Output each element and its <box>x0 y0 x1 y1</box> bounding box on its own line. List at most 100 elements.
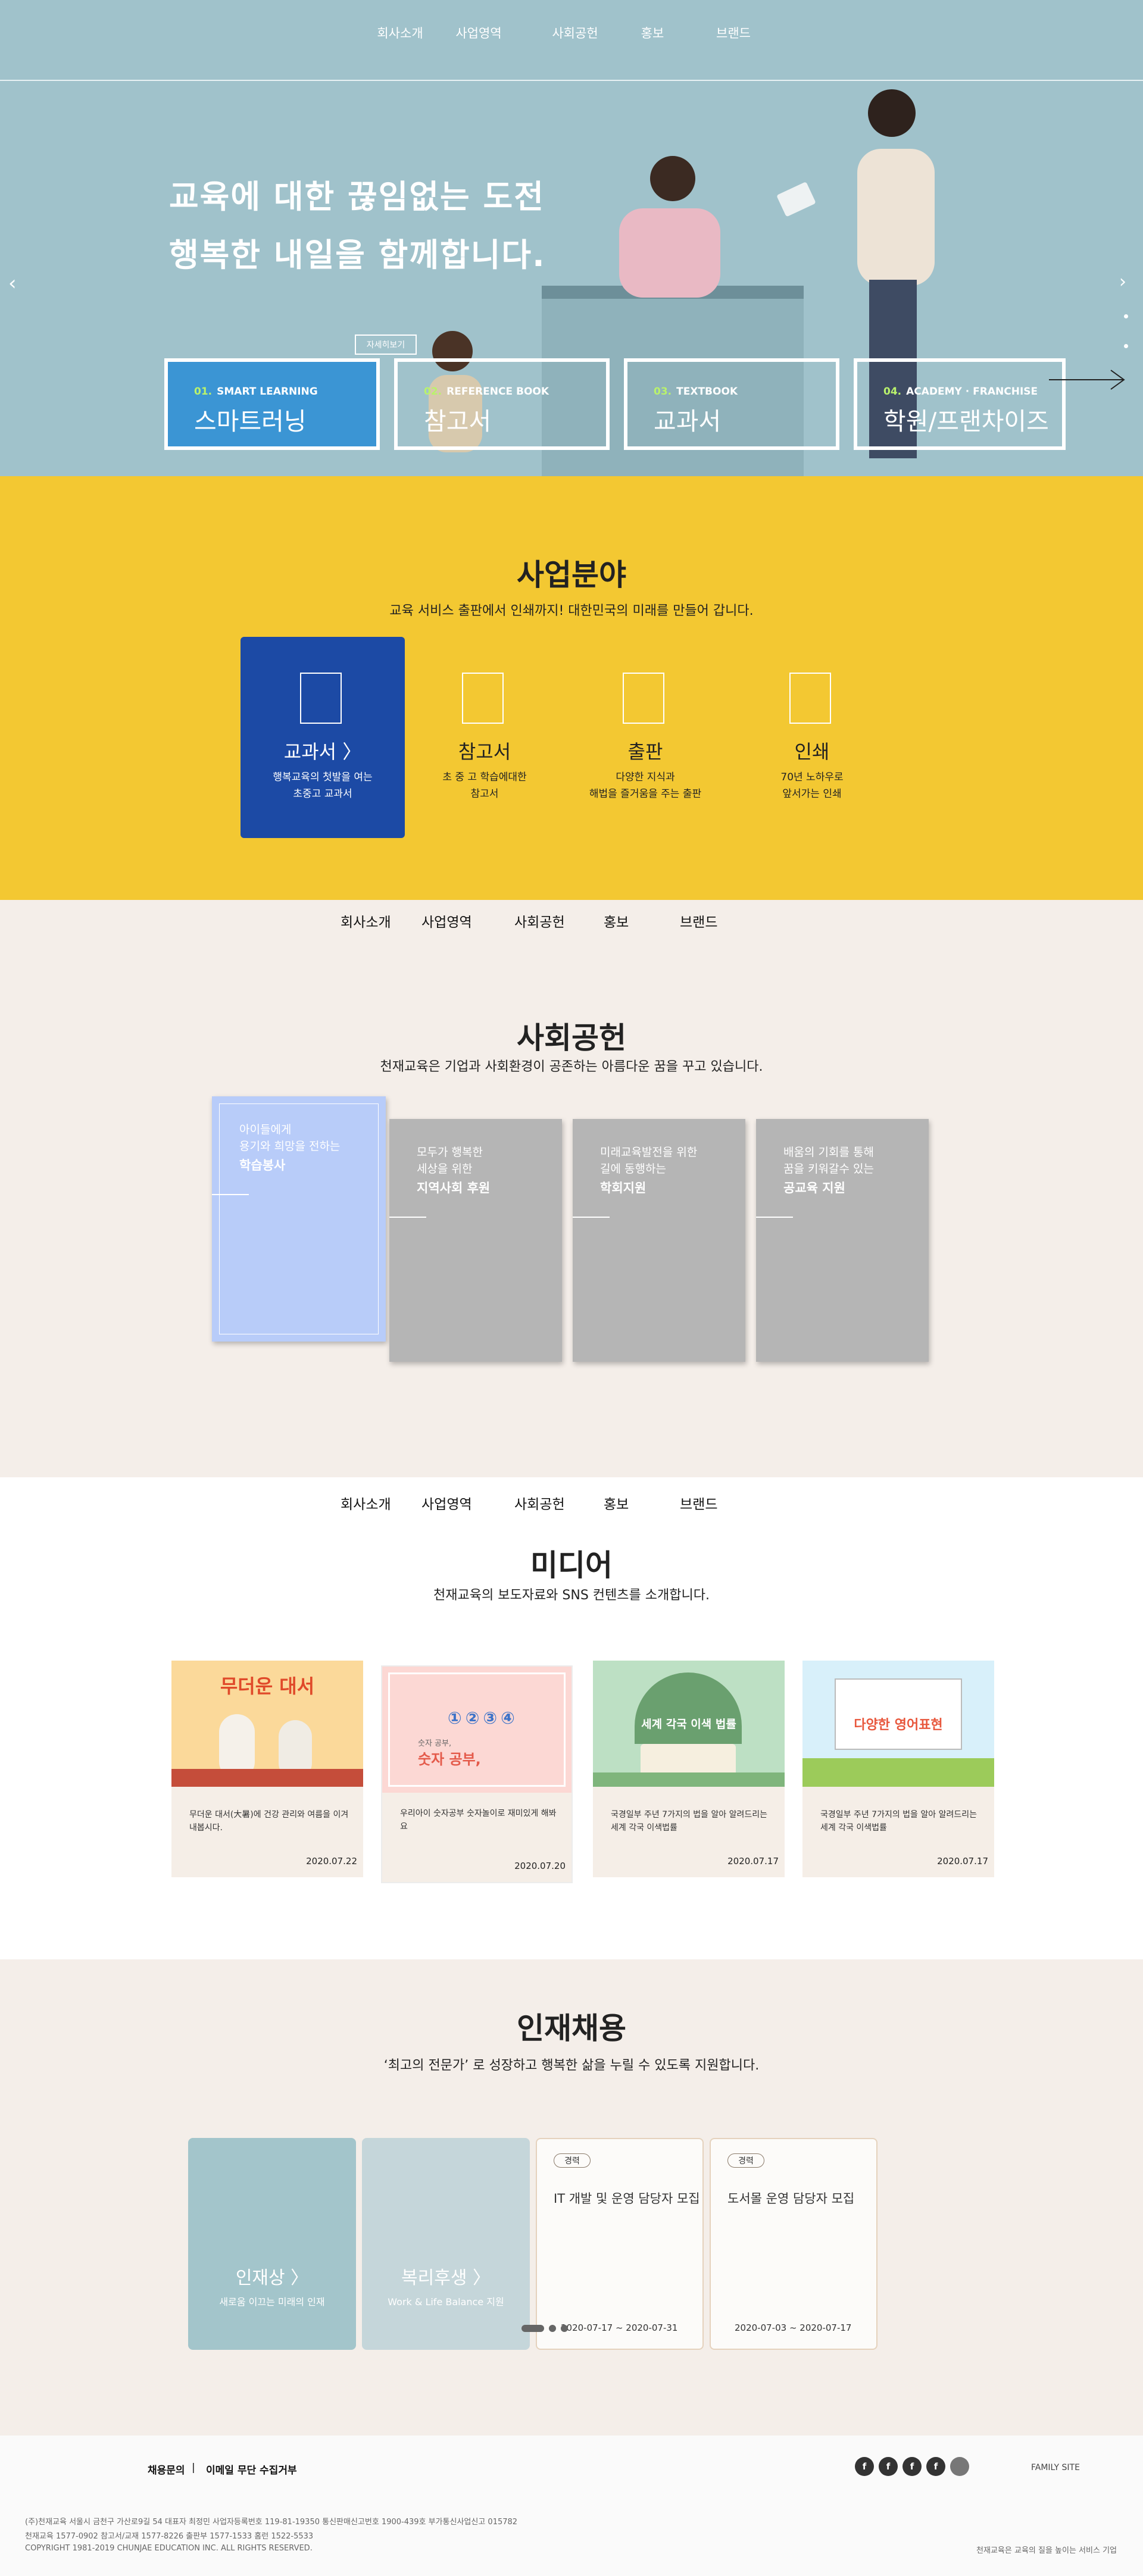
hero-card-reference-book[interactable]: 02. REFERENCE BOOK 참고서 <box>394 358 610 450</box>
thumb-title: 다양한 영어표현 <box>854 1718 943 1733</box>
hero-dot-2[interactable] <box>1124 344 1128 348</box>
media-section: 회사소개 사업영역 사회공헌 홍보 브랜드 미디어 천재교육의 보도자료와 SN… <box>0 1477 1143 1959</box>
media-card-date: 2020.07.20 <box>514 1861 566 1871</box>
hero-card-textbook[interactable]: 03. TEXTBOOK 교과서 <box>624 358 839 450</box>
hero-prev-arrow-icon[interactable]: ‹ <box>8 271 17 295</box>
footer-link-recruit-inquiry[interactable]: 채용문의 <box>148 2462 185 2477</box>
social-subtitle: 천재교육은 기업과 사회환경이 공존하는 아름다운 꿈을 꾸고 있습니다. <box>380 1059 763 1074</box>
contact-info: 천재교육 1577-0902 참고서/교재 1577-8226 출판부 1577… <box>25 2532 314 2541</box>
nav-item-brand[interactable]: 브랜드 <box>680 911 717 931</box>
hero-dot-1[interactable] <box>1124 314 1128 318</box>
media-card-date: 2020.07.17 <box>937 1856 988 1867</box>
thumb-title: 숫자 공부, <box>418 1751 481 1768</box>
nav-item-brand[interactable]: 브랜드 <box>680 1493 717 1513</box>
job-badge: 경력 <box>554 2153 591 2168</box>
nav-item-company[interactable]: 회사소개 <box>341 911 391 931</box>
job-title: 도서몰 운영 담당자 모집 <box>727 2192 855 2206</box>
business-card-name: 참고서 <box>458 740 511 763</box>
media-card[interactable]: 무더운 대서 무더운 대서(大暑)에 건강 관리와 여름을 이겨내봅시다. 20… <box>171 1661 363 1877</box>
recruit-card-title: 인재상 〉 <box>235 2268 309 2289</box>
job-posting-card[interactable]: 경력 IT 개발 및 운영 담당자 모집 2020-07-17 ~ 2020-0… <box>536 2138 704 2350</box>
social-card-study-volunteer[interactable]: 아이들에게 용기와 희망을 전하는 학습봉사 <box>212 1096 386 1342</box>
nav-item-pr[interactable]: 홍보 <box>641 24 664 42</box>
media-card-date: 2020.07.22 <box>306 1856 357 1867</box>
media-card[interactable]: ①②③④ 숫자 공부, 숫자 공부, 우리아이 숫자공부 숫자놀이로 재미있게 … <box>381 1665 573 1883</box>
social-section: 회사소개 사업영역 사회공헌 홍보 브랜드 사회공헌 천재교육은 기업과 사회환… <box>0 900 1143 1477</box>
social-card-title: 지역사회 후원 <box>417 1181 491 1195</box>
media-card-text: 국경일부 주년 7가지의 법을 알아 알려드리는 세계 각국 이색법률 <box>611 1810 767 1833</box>
job-badge: 경력 <box>727 2153 764 2168</box>
sns-icon[interactable] <box>950 2457 969 2476</box>
family-site-select[interactable]: FAMILY SITE <box>1031 2463 1080 2472</box>
media-subtitle: 천재교육의 보도자료와 SNS 컨텐츠를 소개합니다. <box>433 1588 710 1603</box>
facebook-icon[interactable]: f <box>902 2457 922 2476</box>
social-card-community[interactable]: 모두가 행복한 세상을 위한 지역사회 후원 <box>389 1119 562 1362</box>
recruit-pagination-dot[interactable] <box>561 2325 568 2332</box>
facebook-icon[interactable]: f <box>855 2457 874 2476</box>
footer-divider: | <box>192 2462 195 2474</box>
footer-link-email-policy[interactable]: 이메일 무단 수집거부 <box>206 2462 297 2477</box>
facebook-icon[interactable]: f <box>879 2457 898 2476</box>
media-card[interactable]: 다양한 영어표현 국경일부 주년 7가지의 법을 알아 알려드리는 세계 각국 … <box>802 1661 994 1877</box>
hero-card-name: 교과서 <box>654 407 722 436</box>
business-card-desc: 행복교육의 첫발을 여는 초중고 교과서 <box>273 771 373 800</box>
job-date: 2020-07-17 ~ 2020-07-31 <box>561 2322 678 2333</box>
business-card-name: 인쇄 <box>794 740 830 763</box>
social-card-public-edu[interactable]: 배움의 기회를 통해 꿈을 키워갈수 있는 공교육 지원 <box>756 1119 929 1362</box>
nav-item-business[interactable]: 사업영역 <box>421 911 472 931</box>
business-section: 사업분야 교육 서비스 출판에서 인쇄까지! 대한민국의 미래를 만들어 갑니다… <box>0 476 1143 900</box>
social-card-desc: 미래교육발전을 위한 길에 동행하는 <box>600 1146 698 1176</box>
media-card-text: 우리아이 숫자공부 숫자놀이로 재미있게 해봐요 <box>400 1809 557 1831</box>
business-title: 사업분야 <box>517 558 626 592</box>
recruit-title: 인재채용 <box>517 2011 626 2046</box>
social-title: 사회공헌 <box>517 1021 626 1055</box>
business-card-printing[interactable]: 인쇄 70년 노하우로 앞서가는 인쇄 <box>730 637 894 838</box>
hero-card-next-arrow-icon[interactable] <box>1049 368 1125 392</box>
nav-item-pr[interactable]: 홍보 <box>604 911 629 931</box>
recruit-card-talent[interactable]: 인재상 〉 새로움 이끄는 미래의 인재 <box>188 2138 356 2350</box>
recruit-card-title: 복리후생 〉 <box>401 2268 491 2289</box>
nav-item-social[interactable]: 사회공헌 <box>552 24 598 42</box>
media-thumbnail: ①②③④ 숫자 공부, 숫자 공부, <box>382 1667 572 1793</box>
social-card-title: 학습봉사 <box>239 1158 286 1173</box>
nav-item-business[interactable]: 사업영역 <box>455 24 501 42</box>
media-thumbnail: 무더운 대서 <box>171 1661 363 1787</box>
media-card-text: 국경일부 주년 7가지의 법을 알아 알려드리는 세계 각국 이색법률 <box>820 1810 977 1833</box>
nav-item-brand[interactable]: 브랜드 <box>716 24 751 42</box>
nav-item-company[interactable]: 회사소개 <box>341 1493 391 1513</box>
recruit-pagination-dot[interactable] <box>549 2325 556 2332</box>
hero-card-academy[interactable]: 04. ACADEMY · FRANCHISE 학원/프랜차이즈 <box>854 358 1066 450</box>
hero-card-name: 스마트러닝 <box>194 407 307 436</box>
social-card-academic[interactable]: 미래교육발전을 위한 길에 동행하는 학회지원 <box>573 1119 745 1362</box>
media-card[interactable]: 세계 각국 이색 법률 국경일부 주년 7가지의 법을 알아 알려드리는 세계 … <box>593 1661 785 1877</box>
nav-item-business[interactable]: 사업영역 <box>421 1493 472 1513</box>
hero-card-label: 03. TEXTBOOK <box>654 386 738 398</box>
top-nav: 회사소개 사업영역 사회공헌 홍보 브랜드 <box>0 24 1143 40</box>
card-line <box>212 1194 249 1195</box>
facebook-icon[interactable]: f <box>926 2457 945 2476</box>
business-card-publishing[interactable]: 출판 다양한 지식과 해법을 즐거움을 주는 출판 <box>563 637 727 838</box>
hero-card-smart-learning[interactable]: 01. SMART LEARNING 스마트러닝 <box>164 358 380 450</box>
detail-button[interactable]: 자세히보기 <box>355 334 417 355</box>
recruit-pagination-active[interactable] <box>521 2325 544 2332</box>
nav-item-social[interactable]: 사회공헌 <box>514 1493 565 1513</box>
recruit-card-welfare[interactable]: 복리후생 〉 Work & Life Balance 지원 <box>362 2138 530 2350</box>
social-card-desc: 모두가 행복한 세상을 위한 <box>417 1146 483 1176</box>
hero-title-line1: 교육에 대한 끊임없는 도전 <box>169 178 545 215</box>
hero-card-name: 참고서 <box>424 407 492 436</box>
business-card-desc: 초 중 고 학습에대한 참고서 <box>442 771 527 800</box>
social-card-desc: 아이들에게 용기와 희망을 전하는 <box>239 1123 341 1153</box>
hero-next-arrow-icon[interactable]: › <box>1119 271 1126 292</box>
nav-item-social[interactable]: 사회공헌 <box>514 911 565 931</box>
business-subtitle: 교육 서비스 출판에서 인쇄까지! 대한민국의 미래를 만들어 갑니다. <box>389 604 754 618</box>
nav-item-pr[interactable]: 홍보 <box>604 1493 629 1513</box>
business-card-textbook[interactable]: 교과서 〉 행복교육의 첫발을 여는 초중고 교과서 <box>241 637 405 838</box>
thumb-title: 무더운 대서 <box>220 1675 315 1697</box>
nav-item-company[interactable]: 회사소개 <box>377 24 423 42</box>
business-card-reference[interactable]: 참고서 초 중 고 학습에대한 참고서 <box>402 637 567 838</box>
business-card-desc: 다양한 지식과 해법을 즐거움을 주는 출판 <box>589 771 702 800</box>
copyright: COPYRIGHT 1981-2019 CHUNJAE EDUCATION IN… <box>25 2544 313 2553</box>
job-posting-card[interactable]: 경력 도서몰 운영 담당자 모집 2020-07-03 ~ 2020-07-17 <box>710 2138 877 2350</box>
footer-slogan: 천재교육은 교육의 질을 높이는 서비스 기업 <box>976 2546 1117 2555</box>
job-date: 2020-07-03 ~ 2020-07-17 <box>735 2322 852 2333</box>
